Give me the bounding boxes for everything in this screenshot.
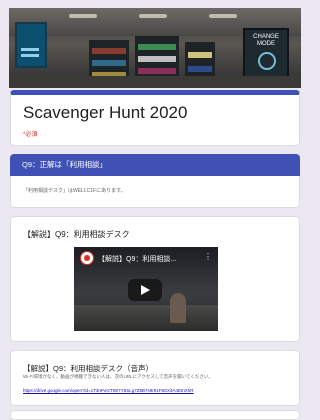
- screen-line: [21, 48, 39, 51]
- form-title: Scavenger Hunt 2020: [23, 103, 188, 122]
- section-description: 「利用相談デスク」はWELLC1Fにあります。: [23, 188, 126, 194]
- screen-line: [21, 54, 39, 57]
- section-description-card: 「利用相談デスク」はWELLC1Fにあります。: [10, 176, 300, 208]
- video-item-title: 【解説】Q9：利用相談デスク: [23, 230, 130, 239]
- section-header: Q9：正解は「利用相談」: [10, 154, 300, 176]
- play-button[interactable]: [128, 279, 162, 301]
- audio-item-card: 【解説】Q9：利用相談デスク（音声） Wi-Fi環境がなく、動画が視聴できない人…: [10, 350, 300, 406]
- ceiling-light: [209, 14, 237, 18]
- header-image-left-screen: [15, 22, 47, 68]
- video-player[interactable]: 【解説】Q9：利用相談... ⋮: [74, 247, 218, 331]
- audio-item-description: Wi-Fi環境がなく、動画が視聴できない人は、次のURLにアクセスして音声を聞い…: [23, 374, 213, 379]
- header-image-floor: [9, 76, 301, 88]
- more-options-icon[interactable]: ⋮: [204, 252, 212, 261]
- video-scene: [74, 305, 218, 331]
- audio-link[interactable]: https://drive.google.com/open?id=1T3nPoG…: [23, 388, 193, 393]
- header-image: CHANGE MODE: [9, 8, 301, 88]
- books: [188, 52, 212, 58]
- audio-item-title: 【解説】Q9：利用相談デスク（音声）: [23, 364, 154, 373]
- screen-glyph-icon: [258, 52, 276, 70]
- form-title-card: Scavenger Hunt 2020 *必須: [10, 90, 300, 146]
- video-title[interactable]: 【解説】Q9：利用相談...: [98, 254, 176, 264]
- books: [138, 68, 176, 74]
- ceiling-light: [139, 14, 167, 18]
- right-screen-text: CHANGE MODE: [253, 34, 279, 47]
- required-note: *必須: [23, 132, 38, 138]
- books: [138, 44, 176, 50]
- form-page: CHANGE MODE Scavenger Hunt 2020 *必須 Q9：正…: [0, 0, 310, 420]
- ceiling-light: [69, 14, 97, 18]
- video-item-card: 【解説】Q9：利用相談デスク 【解説】Q9：利用相談... ⋮: [10, 216, 300, 342]
- books: [188, 66, 212, 72]
- video-person: [170, 293, 186, 323]
- channel-logo-icon[interactable]: [80, 251, 94, 265]
- next-card: [10, 410, 300, 420]
- books: [92, 48, 126, 54]
- books: [138, 56, 176, 62]
- books: [92, 60, 126, 66]
- header-image-right-screen: CHANGE MODE: [243, 28, 289, 80]
